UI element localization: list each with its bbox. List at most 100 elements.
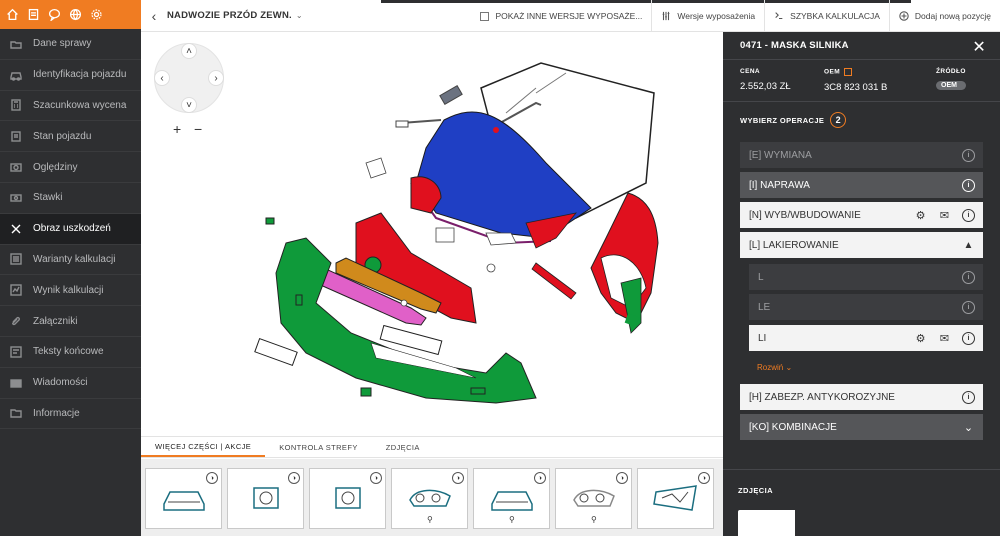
- view-circle-icon[interactable]: ◑: [616, 472, 628, 484]
- licence-plate-part[interactable]: [254, 337, 298, 367]
- gear-icon[interactable]: ⚙: [914, 209, 927, 222]
- view-circle-icon[interactable]: ◑: [534, 472, 546, 484]
- sidebar-item-9[interactable]: Załączniki: [0, 306, 141, 337]
- panel-thumb[interactable]: ◑: [637, 468, 714, 529]
- sidebar-item-label: Dane sprawy: [33, 38, 92, 50]
- sidebar-item-8[interactable]: Wynik kalkulacji: [0, 275, 141, 307]
- sidebar-item-0[interactable]: Dane sprawy: [0, 29, 141, 60]
- quick-calc-icon: [775, 12, 783, 20]
- photos-heading: ZDJĘCIA: [738, 486, 773, 495]
- op-label: LI: [758, 332, 767, 344]
- pan-control[interactable]: ˄ ˅ ‹ ›: [154, 43, 224, 113]
- view-circle-icon[interactable]: ◑: [206, 472, 218, 484]
- show-other-versions-checkbox[interactable]: POKAŻ INNE WERSJE WYPOSAŻE...: [471, 0, 651, 32]
- pan-left-icon[interactable]: ‹: [154, 70, 170, 86]
- sidebar-item-2[interactable]: Szacunkowa wycena: [0, 91, 141, 122]
- chevron-up-icon[interactable]: ▲: [962, 239, 975, 252]
- expand-link[interactable]: Rozwiń ⌄: [757, 363, 792, 372]
- sidebar-item-label: Informacje: [33, 407, 80, 419]
- chevron-down-icon[interactable]: ⌄: [962, 421, 975, 434]
- op-zabezp-antykorozyjne[interactable]: [H] ZABEZP. ANTYKOROZYJNE i: [740, 384, 983, 410]
- view-circle-icon[interactable]: ◑: [370, 472, 382, 484]
- sidebar-item-11[interactable]: Wiadomości: [0, 368, 141, 399]
- copy-icon[interactable]: [844, 68, 853, 76]
- emblem-thumb[interactable]: ◑: [309, 468, 386, 529]
- sidebar-item-3[interactable]: Stan pojazdu: [0, 121, 141, 153]
- op-sub-l[interactable]: L i: [749, 264, 983, 290]
- gear-icon[interactable]: [88, 6, 105, 23]
- op-wyb-wbudowanie[interactable]: [N] WYB/WBUDOWANIE ⚙ ✉ i: [740, 202, 983, 228]
- pan-up-icon[interactable]: ˄: [181, 43, 197, 59]
- close-icon[interactable]: ✕: [972, 37, 986, 57]
- headlight-right-thumb[interactable]: ◑ ⚲: [555, 468, 632, 529]
- front-car-thumb[interactable]: ◑: [145, 468, 222, 529]
- gear-icon[interactable]: ⚙: [914, 332, 927, 345]
- operations-heading: WYBIERZ OPERACJE 2: [740, 112, 847, 128]
- sidebar-item-5[interactable]: Stawki: [0, 183, 141, 214]
- sidebar-item-12[interactable]: Informacje: [0, 399, 141, 430]
- add-position-button[interactable]: Dodaj nową pozycję: [888, 0, 1000, 32]
- info-icon[interactable]: i: [962, 300, 975, 314]
- op-label: [N] WYB/WBUDOWANIE: [749, 209, 861, 221]
- view-circle-icon[interactable]: ◑: [452, 472, 464, 484]
- comment-icon[interactable]: ✉: [938, 209, 951, 222]
- clip-green-part[interactable]: [265, 217, 275, 225]
- document-icon[interactable]: [25, 6, 42, 23]
- op-sub-le[interactable]: LE i: [749, 294, 983, 320]
- operations-count-badge: 2: [830, 112, 847, 128]
- comment-icon[interactable]: ✉: [938, 332, 951, 345]
- op-lakierowanie[interactable]: [L] LAKIEROWANIE ▲: [740, 232, 983, 258]
- info-icon[interactable]: i: [962, 270, 975, 284]
- sidebar-item-4[interactable]: Oględziny: [0, 152, 141, 183]
- sidebar-item-label: Teksty końcowe: [33, 346, 104, 358]
- op-naprawa[interactable]: [I] NAPRAWA i: [740, 172, 983, 198]
- price-value: 2.552,03 ZŁ: [740, 81, 791, 92]
- add-photo-tile[interactable]: [738, 510, 795, 536]
- grille-thumb[interactable]: ◑: [227, 468, 304, 529]
- pan-down-icon[interactable]: ˅: [181, 97, 197, 113]
- info-icon[interactable]: i: [962, 148, 975, 162]
- sidebar-item-6[interactable]: Obraz uszkodzeń: [0, 213, 141, 245]
- view-title-dropdown[interactable]: NADWOZIE PRZÓD ZEWN. ⌄: [167, 10, 303, 21]
- source-label: ŹRÓDŁO: [936, 68, 966, 75]
- pan-right-icon[interactable]: ›: [208, 70, 224, 86]
- globe-icon[interactable]: [67, 6, 84, 23]
- view-circle-icon[interactable]: ◑: [698, 472, 710, 484]
- quick-calc-button[interactable]: SZYBKA KALKULACJA: [764, 0, 889, 32]
- tab-more-parts[interactable]: WIĘCEJ CZĘŚCI | AKCJE: [141, 437, 266, 457]
- tab-photos[interactable]: ZDJĘCIA: [372, 437, 434, 457]
- sidebar-item-label: Stawki: [33, 192, 63, 204]
- part-meta: CENA 2.552,03 ZŁ OEM 3C8 823 031 B ŹRÓDŁ…: [723, 60, 1000, 102]
- tab-zone-control[interactable]: KONTROLA STREFY: [265, 437, 372, 457]
- zoom-in-icon[interactable]: +: [173, 121, 181, 137]
- op-sub-li[interactable]: LI ⚙ ✉ i: [749, 325, 983, 351]
- home-icon[interactable]: [4, 6, 21, 23]
- zoom-out-icon[interactable]: −: [194, 121, 202, 137]
- view-circle-icon[interactable]: ◑: [288, 472, 300, 484]
- info-icon[interactable]: i: [962, 390, 975, 404]
- headlight-left-thumb[interactable]: ◑ ⚲: [391, 468, 468, 529]
- quick-calc-label: SZYBKA KALKULACJA: [790, 11, 880, 21]
- equipment-versions-label: Wersje wyposażenia: [677, 11, 756, 21]
- side-strip-part[interactable]: [531, 262, 577, 300]
- bracket-grey-part[interactable]: [439, 84, 463, 106]
- bracket-part[interactable]: [435, 227, 455, 243]
- part-thumbnail-icon: [573, 489, 615, 507]
- info-icon[interactable]: i: [962, 178, 975, 192]
- sidebar-item-10[interactable]: Teksty końcowe: [0, 337, 141, 368]
- equipment-versions-button[interactable]: Wersje wyposażenia: [651, 0, 764, 32]
- chat-icon[interactable]: [46, 6, 63, 23]
- sidebar-item-1[interactable]: Identyfikacja pojazdu: [0, 60, 141, 91]
- info-icon[interactable]: i: [962, 208, 975, 222]
- parts-canvas[interactable]: ˄ ˅ ‹ › + −: [141, 33, 723, 436]
- sidebar-item-7[interactable]: Warianty kalkulacji: [0, 245, 141, 276]
- checkbox-icon: [480, 11, 490, 21]
- op-wymiana[interactable]: [E] WYMIANA i: [740, 142, 983, 168]
- car-icon: [9, 68, 23, 82]
- text-icon: [9, 345, 23, 359]
- car-front-exploded-diagram[interactable]: [236, 33, 723, 436]
- op-kombinacje[interactable]: [KO] KOMBINACJE ⌄: [740, 414, 983, 440]
- front-car-2-thumb[interactable]: ◑ ⚲: [473, 468, 550, 529]
- info-icon[interactable]: i: [962, 331, 975, 345]
- back-chevron-icon[interactable]: ‹: [141, 0, 167, 32]
